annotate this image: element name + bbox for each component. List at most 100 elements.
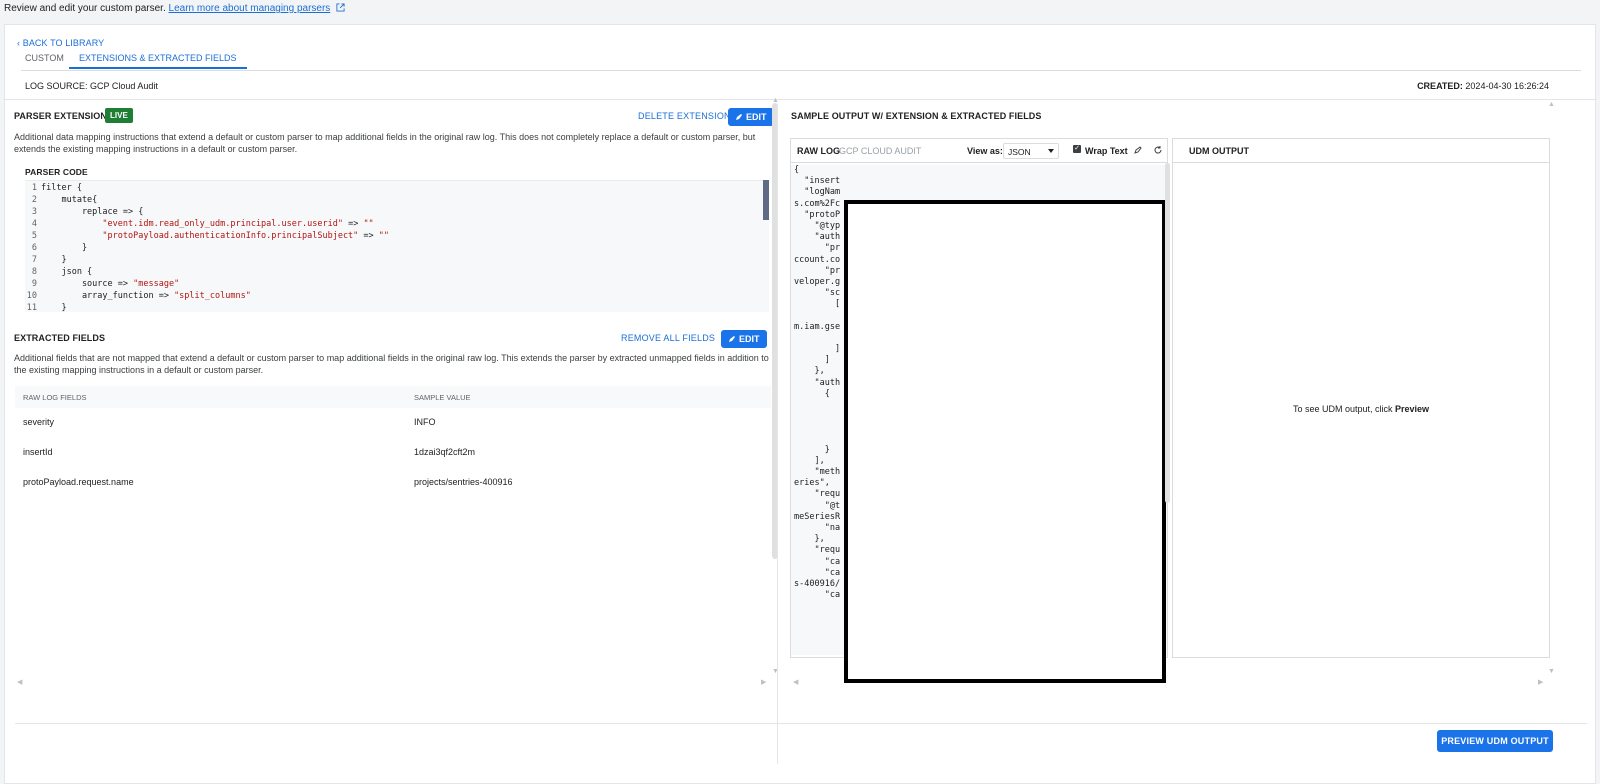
extracted-fields-title: EXTRACTED FIELDS	[14, 333, 106, 343]
scroll-left-arrow-icon[interactable]: ◀	[17, 678, 22, 686]
code-line: 7 }	[25, 255, 765, 267]
code-line: 4 "event.idm.read_only_udm.principal.use…	[25, 219, 765, 231]
edit-label: EDIT	[739, 334, 760, 344]
code-text: json {	[41, 267, 93, 277]
extracted-fields-table: RAW LOG FIELDS SAMPLE VALUE severity INF…	[15, 386, 771, 498]
raw-log-field: insertId	[23, 447, 53, 457]
raw-log-line: "logNam	[794, 187, 841, 198]
code-text: filter {	[41, 183, 82, 193]
code-line: 10 array_function => "split_columns"	[25, 291, 765, 303]
tab-extensions[interactable]: EXTENSIONS & EXTRACTED FIELDS	[69, 53, 247, 69]
code-text: "protoPayload.authenticationInfo.princip…	[102, 231, 390, 241]
edit-label: EDIT	[746, 112, 767, 122]
raw-log-field: protoPayload.request.name	[23, 477, 134, 487]
view-as-label: View as:	[967, 146, 1003, 156]
created-value: 2024-04-30 16:26:24	[1465, 81, 1549, 91]
code-text: mutate{	[41, 195, 98, 205]
code-text: "event.idm.read_only_udm.principal.user.…	[102, 219, 374, 229]
chevron-down-icon	[1048, 149, 1054, 153]
line-number: 11	[26, 303, 37, 312]
line-number: 10	[26, 291, 37, 301]
footer-divider	[15, 723, 1587, 724]
line-number: 4	[31, 219, 37, 229]
pencil-icon	[736, 114, 742, 120]
parser-extensions-description: Additional data mapping instructions tha…	[14, 132, 756, 154]
pencil-icon	[729, 336, 735, 342]
extracted-fields-description: Additional fields that are not mapped th…	[14, 353, 769, 375]
table-row: severity INFO	[15, 408, 771, 438]
delete-extension-button[interactable]: DELETE EXTENSION	[638, 111, 731, 121]
pencil-icon[interactable]	[1133, 145, 1143, 155]
view-as-value: JSON	[1008, 147, 1031, 157]
learn-more-link[interactable]: Learn more about managing parsers	[169, 3, 331, 14]
parser-code-title: PARSER CODE	[25, 167, 88, 177]
sample-output-title: SAMPLE OUTPUT W/ EXTENSION & EXTRACTED F…	[791, 111, 1042, 121]
table-row: protoPayload.request.name projects/sentr…	[15, 468, 771, 498]
raw-log-toolbar: RAW LOG GCP CLOUD AUDIT View as: JSON ✓ …	[791, 139, 1167, 163]
raw-log-source: GCP CLOUD AUDIT	[839, 146, 922, 156]
udm-hint-text: To see UDM output, click	[1292, 404, 1393, 414]
tabs-divider	[21, 70, 1581, 71]
code-scrollbar[interactable]	[763, 180, 769, 220]
line-number: 9	[31, 279, 37, 289]
page-header: Review and edit your custom parser. Lear…	[0, 0, 1600, 24]
udm-output-panel: UDM OUTPUT To see UDM output, click Prev…	[1172, 138, 1550, 658]
back-to-library-link[interactable]: ‹ BACK TO LIBRARY	[17, 38, 104, 48]
log-source: LOG SOURCE: GCP Cloud Audit	[25, 81, 158, 91]
raw-log-line: "insert	[794, 176, 841, 187]
raw-log-label: RAW LOG	[797, 146, 840, 156]
raw-log-scrollbar[interactable]	[1165, 163, 1170, 503]
scroll-left-arrow-icon[interactable]: ◀	[793, 678, 798, 686]
udm-hint-action: Preview	[1395, 404, 1430, 414]
code-text: array_function => "split_columns"	[41, 291, 251, 301]
scroll-up-arrow-icon[interactable]: ▲	[1548, 101, 1555, 108]
column-header: RAW LOG FIELDS	[23, 393, 87, 402]
refresh-icon[interactable]	[1153, 145, 1163, 155]
code-text: replace => {	[41, 207, 144, 217]
udm-output-title: UDM OUTPUT	[1173, 139, 1549, 163]
code-line: 2 mutate{	[25, 195, 765, 207]
live-badge: LIVE	[105, 108, 133, 123]
line-number: 5	[31, 231, 37, 241]
scroll-right-arrow-icon[interactable]: ▶	[1538, 678, 1543, 686]
code-line: 5 "protoPayload.authenticationInfo.princ…	[25, 231, 765, 243]
scroll-right-arrow-icon[interactable]: ▶	[761, 678, 766, 686]
external-link-icon[interactable]	[336, 3, 345, 12]
raw-log-line: {	[794, 165, 800, 175]
chevron-left-icon: ‹	[17, 38, 21, 48]
parser-code-editor[interactable]: 1 filter {2 mutate{3 replace => {4 "event…	[25, 180, 769, 312]
sample-value: 1dzai3qf2cft2m	[414, 447, 476, 457]
code-line: 6 }	[25, 243, 765, 255]
code-line: 1 filter {	[25, 183, 765, 195]
code-line: 11 }	[25, 303, 765, 312]
view-as-select[interactable]: JSON	[1003, 143, 1059, 159]
code-line: 8 json {	[25, 267, 765, 279]
line-number: 3	[31, 207, 37, 217]
sample-value: projects/sentries-400916	[414, 477, 513, 487]
sample-value: INFO	[414, 417, 436, 427]
wrap-text-checkbox[interactable]: ✓	[1073, 145, 1081, 153]
raw-log-field: severity	[23, 417, 55, 427]
table-row: insertId 1dzai3qf2cft2m	[15, 438, 771, 468]
pane-divider	[777, 104, 778, 764]
edit-extension-button[interactable]: EDIT	[728, 108, 774, 126]
edit-fields-button[interactable]: EDIT	[721, 330, 767, 348]
remove-all-fields-button[interactable]: REMOVE ALL FIELDS	[621, 333, 715, 343]
created-date: CREATED: 2024-04-30 16:26:24	[1417, 81, 1549, 91]
back-label: BACK TO LIBRARY	[22, 38, 105, 48]
code-line: 3 replace => {	[25, 207, 765, 219]
preview-udm-output-button[interactable]: PREVIEW UDM OUTPUT	[1437, 730, 1553, 752]
table-header: RAW LOG FIELDS SAMPLE VALUE	[15, 386, 771, 408]
code-line: 9 source => "message"	[25, 279, 765, 291]
meta-divider	[5, 99, 1595, 100]
scroll-up-arrow-icon[interactable]: ▲	[772, 97, 779, 104]
parser-panel: ‹ BACK TO LIBRARY CUSTOM EXTENSIONS & EX…	[4, 24, 1596, 784]
scroll-down-arrow-icon[interactable]: ▼	[1548, 668, 1555, 675]
udm-output-hint: To see UDM output, click Preview	[1173, 404, 1549, 414]
header-text: Review and edit your custom parser.	[4, 3, 166, 14]
line-number: 7	[31, 255, 37, 265]
log-source-value: GCP Cloud Audit	[90, 81, 158, 91]
tab-custom[interactable]: CUSTOM	[25, 53, 64, 67]
code-text: source => "message"	[41, 279, 180, 289]
code-text: }	[41, 303, 67, 312]
